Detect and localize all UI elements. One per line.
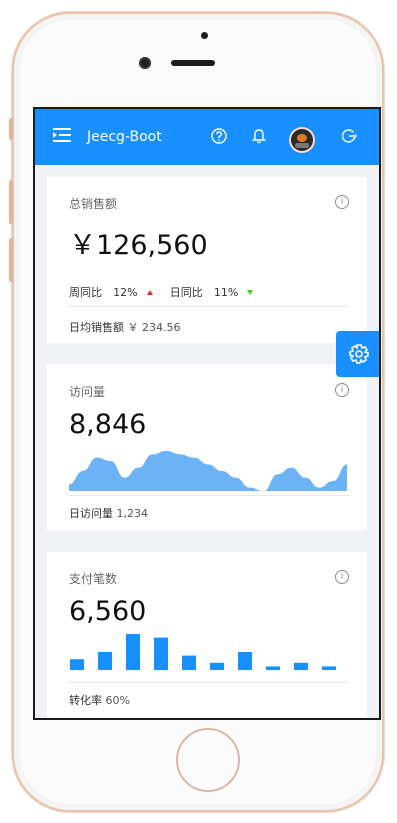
bar [182, 655, 196, 670]
info-icon[interactable]: i [335, 570, 349, 584]
front-camera [139, 57, 151, 69]
screen: Jeecg-Boot 总销售额 i ￥126,560 周同比 12% 日同比 1… [33, 107, 381, 720]
proximity-sensor [201, 32, 208, 39]
divider [69, 682, 349, 683]
footer-value: ￥ 234.56 [127, 321, 181, 334]
bar [266, 666, 280, 670]
bar [322, 666, 336, 670]
footer-label: 日访问量 [69, 507, 113, 520]
card-visits: 访问量 i 8,846 日访问量 1,234 [47, 365, 367, 530]
day-compare-value: 11% [213, 286, 239, 299]
bar [294, 662, 308, 670]
week-compare-value: 12% [113, 286, 138, 299]
settings-drawer-button[interactable] [336, 331, 379, 377]
visits-area-chart [69, 451, 347, 491]
footer-value: 1,234 [116, 507, 149, 520]
area-series [69, 451, 347, 491]
visits-value: 8,846 [69, 409, 147, 440]
total-sales-value: ￥126,560 [69, 230, 208, 261]
menu-icon[interactable] [53, 127, 71, 143]
divider [69, 306, 349, 307]
bar [70, 659, 84, 670]
trend-row: 周同比 12% 日同比 11% [69, 281, 254, 300]
card-footer: 日均销售额 ￥ 234.56 [69, 319, 181, 335]
bell-icon[interactable] [250, 127, 268, 145]
bar [238, 652, 252, 670]
card-payments: 支付笔数 i 6,560 转化率 60% [47, 552, 367, 718]
gear-icon [349, 344, 369, 364]
bar [154, 637, 168, 670]
volume-up-button [9, 180, 13, 224]
payments-bar-chart [70, 634, 336, 670]
bar [126, 634, 140, 670]
card-title: 支付笔数 [69, 572, 118, 586]
footer-value: 60% [105, 694, 130, 707]
help-icon[interactable] [210, 127, 228, 145]
divider [69, 495, 349, 496]
payments-value: 6,560 [69, 596, 147, 627]
card-title: 访问量 [69, 385, 106, 399]
avatar[interactable] [291, 129, 313, 151]
bar [210, 662, 224, 670]
home-button[interactable] [176, 728, 240, 792]
card-footer: 日访问量 1,234 [69, 505, 148, 521]
footer-label: 转化率 [69, 694, 102, 707]
earpiece [171, 60, 215, 66]
silent-switch [9, 118, 13, 140]
volume-down-button [9, 238, 13, 282]
week-compare-label: 周同比 [69, 286, 102, 299]
up-arrow-icon [146, 290, 153, 295]
card-total-sales: 总销售额 i ￥126,560 周同比 12% 日同比 11% 日均销售额 ￥ … [47, 177, 367, 343]
info-icon[interactable]: i [335, 195, 349, 209]
top-header: Jeecg-Boot [35, 109, 379, 165]
card-footer: 转化率 60% [69, 692, 130, 708]
down-arrow-icon [247, 290, 254, 295]
bar [98, 652, 112, 670]
footer-label: 日均销售额 [69, 321, 124, 334]
card-title: 总销售额 [69, 197, 118, 211]
logout-icon[interactable] [340, 127, 358, 145]
day-compare-label: 日同比 [169, 286, 203, 299]
info-icon[interactable]: i [335, 383, 349, 397]
app-title: Jeecg-Boot [87, 129, 162, 145]
